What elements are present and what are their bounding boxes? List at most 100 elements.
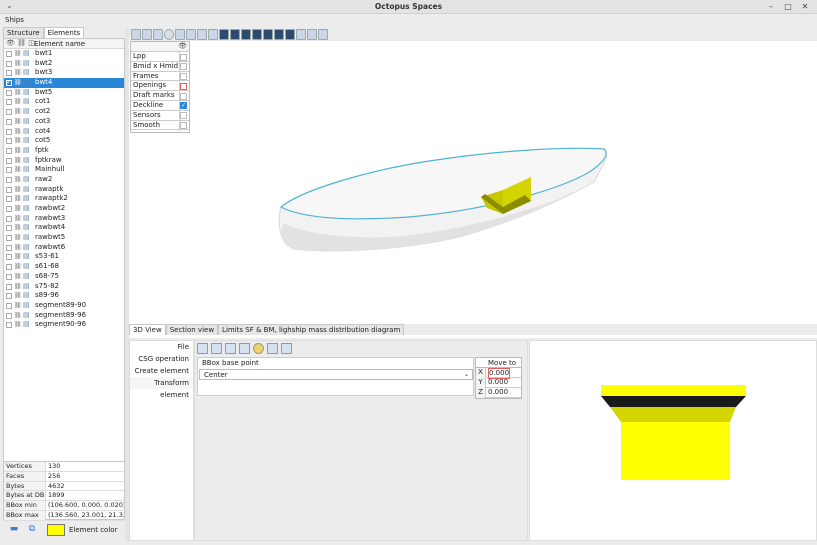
3d-viewport[interactable]: 👁 Lpp Bmid x Hmid Frames Openings Draft mark… xyxy=(129,27,817,338)
tree-row[interactable]: ⛓ ▤ bwt1 xyxy=(4,49,124,59)
visibility-checkbox[interactable] xyxy=(6,176,12,183)
link-icon[interactable]: ⛓ xyxy=(14,204,22,214)
tab-elements[interactable]: Elements xyxy=(43,27,85,38)
element-color-swatch[interactable] xyxy=(47,524,65,536)
link-icon[interactable]: ⛓ xyxy=(14,301,22,311)
link-icon[interactable]: ⛓ xyxy=(14,136,22,146)
layer-checkbox[interactable] xyxy=(180,112,187,120)
menu-csg-operation[interactable]: CSG operation xyxy=(130,353,193,365)
tree-row[interactable]: ⛓ ▤ rawaptk xyxy=(4,185,124,195)
box-view-icon[interactable] xyxy=(197,28,207,40)
tree-row[interactable]: ⛓ ▤ rawbwt6 xyxy=(4,243,124,253)
layer-checkbox[interactable] xyxy=(180,82,187,90)
maximize-button[interactable]: □ xyxy=(782,1,794,12)
visibility-checkbox[interactable] xyxy=(6,186,12,193)
layer-checkbox[interactable]: ✓ xyxy=(180,102,187,110)
copy-icon[interactable]: ⧉ xyxy=(25,524,39,537)
visibility-checkbox[interactable] xyxy=(6,302,12,309)
visibility-checkbox[interactable] xyxy=(6,138,12,145)
view-right-icon[interactable] xyxy=(274,28,284,40)
visibility-checkbox[interactable] xyxy=(6,167,12,174)
tab-section-view[interactable]: Section view xyxy=(165,324,219,335)
link-icon[interactable]: ⛓ xyxy=(14,243,22,253)
minus-icon[interactable]: ▬ xyxy=(7,524,21,537)
tree-row[interactable]: ⛓ ▤ rawbwt4 xyxy=(4,223,124,233)
tree-row[interactable]: ⛓ ▤ segment89-96 xyxy=(4,311,124,321)
tree-row[interactable]: ⛓ ▤ s89-96 xyxy=(4,291,124,301)
section-icon[interactable] xyxy=(186,28,196,40)
visibility-checkbox[interactable] xyxy=(6,254,12,261)
tree-row[interactable]: ⛓ ▤ raw2 xyxy=(4,175,124,185)
link-icon[interactable]: ⛓ xyxy=(14,68,22,78)
zoom-fit-icon[interactable] xyxy=(142,28,152,40)
link-icon[interactable]: ⛓ xyxy=(14,223,22,233)
render-mode-icon[interactable] xyxy=(164,28,174,40)
tree-row[interactable]: ⛓ ▤ cot3 xyxy=(4,117,124,127)
view-persp-icon[interactable] xyxy=(296,28,306,40)
tree-row[interactable]: ⛓ ▤ s68-75 xyxy=(4,272,124,282)
visibility-checkbox[interactable] xyxy=(6,264,12,271)
link-icon[interactable]: ⛓ xyxy=(14,117,22,127)
move-z-input[interactable]: 0.000 xyxy=(488,388,508,397)
visibility-checkbox[interactable] xyxy=(6,215,12,222)
link-icon[interactable]: ⛓ xyxy=(14,262,22,272)
link-icon[interactable]: ⛓ xyxy=(14,272,22,282)
visibility-checkbox[interactable] xyxy=(6,235,12,242)
tree-row[interactable]: ✓ ⛓ ▤ bwt4 xyxy=(4,78,124,88)
link-icon[interactable]: ⛓ xyxy=(14,282,22,292)
gear-icon[interactable] xyxy=(253,343,264,354)
visibility-checkbox[interactable] xyxy=(6,157,12,164)
tree-row[interactable]: ⛓ ▤ segment89-90 xyxy=(4,301,124,311)
visibility-checkbox[interactable] xyxy=(6,283,12,290)
view-frame-icon[interactable] xyxy=(131,28,141,40)
link-icon[interactable]: ⛓ xyxy=(14,49,22,59)
ship-view-icon[interactable] xyxy=(307,28,317,40)
menu-transform-element[interactable]: Transform element xyxy=(130,377,193,399)
menu-file[interactable]: File xyxy=(130,341,193,353)
tree-row[interactable]: ⛓ ▤ fptkraw xyxy=(4,156,124,166)
link-icon[interactable]: ⛓ xyxy=(14,311,22,321)
link-icon[interactable]: ⛓ xyxy=(14,97,22,107)
tab-3d-view[interactable]: 3D View xyxy=(129,324,166,335)
view-back-icon[interactable] xyxy=(230,28,240,40)
view-top-icon[interactable] xyxy=(241,28,251,40)
visibility-checkbox[interactable] xyxy=(6,312,12,319)
link-icon[interactable]: ⛓ xyxy=(14,127,22,137)
visibility-checkbox[interactable] xyxy=(6,99,12,106)
link-icon[interactable]: ⛓ xyxy=(14,185,22,195)
link-icon[interactable]: ⛓ xyxy=(14,59,22,69)
tree-row[interactable]: ⛓ ▤ cot4 xyxy=(4,127,124,137)
view-iso-icon[interactable] xyxy=(285,28,295,40)
link-icon[interactable]: ⛓ xyxy=(14,156,22,166)
visibility-checkbox[interactable] xyxy=(6,293,12,300)
tree-row[interactable]: ⛓ ▤ Mainhull xyxy=(4,165,124,175)
grid-icon[interactable] xyxy=(153,28,163,40)
visibility-checkbox[interactable] xyxy=(6,206,12,212)
tree-row[interactable]: ⛓ ▤ rawbwt5 xyxy=(4,233,124,243)
visibility-checkbox[interactable] xyxy=(6,225,12,232)
tab-limits-diagram[interactable]: Limits SF & BM, lighship mass distributi… xyxy=(218,324,405,335)
visibility-checkbox[interactable] xyxy=(6,51,12,57)
side-view-icon[interactable] xyxy=(208,28,218,40)
scale-icon[interactable] xyxy=(225,343,236,354)
tree-row[interactable]: ⛓ ▤ cot2 xyxy=(4,107,124,117)
shading-dropdown-icon[interactable] xyxy=(175,28,185,40)
tree-row[interactable]: ⛓ ▤ s75-82 xyxy=(4,282,124,292)
database-icon[interactable] xyxy=(281,343,292,354)
menu-ships[interactable]: Ships xyxy=(5,16,24,24)
link-icon[interactable]: ⛓ xyxy=(14,175,22,185)
visibility-checkbox[interactable] xyxy=(6,196,12,203)
layer-checkbox[interactable] xyxy=(180,63,187,71)
link-icon[interactable]: ⛓ xyxy=(14,214,22,224)
tree-row[interactable]: ⛓ ▤ segment90-96 xyxy=(4,320,124,330)
tree-row[interactable]: ⛓ ▤ rawaptk2 xyxy=(4,194,124,204)
visibility-checkbox[interactable] xyxy=(6,89,12,96)
visibility-checkbox[interactable] xyxy=(6,273,12,280)
visibility-checkbox[interactable] xyxy=(6,60,12,67)
ship-view-2-icon[interactable] xyxy=(318,28,328,40)
visibility-checkbox[interactable] xyxy=(6,109,12,116)
tab-structure[interactable]: Structure xyxy=(3,27,44,38)
link-icon[interactable]: ⛓ xyxy=(14,88,22,98)
visibility-checkbox[interactable] xyxy=(6,128,12,135)
move-y-input[interactable]: 0.000 xyxy=(488,378,508,387)
